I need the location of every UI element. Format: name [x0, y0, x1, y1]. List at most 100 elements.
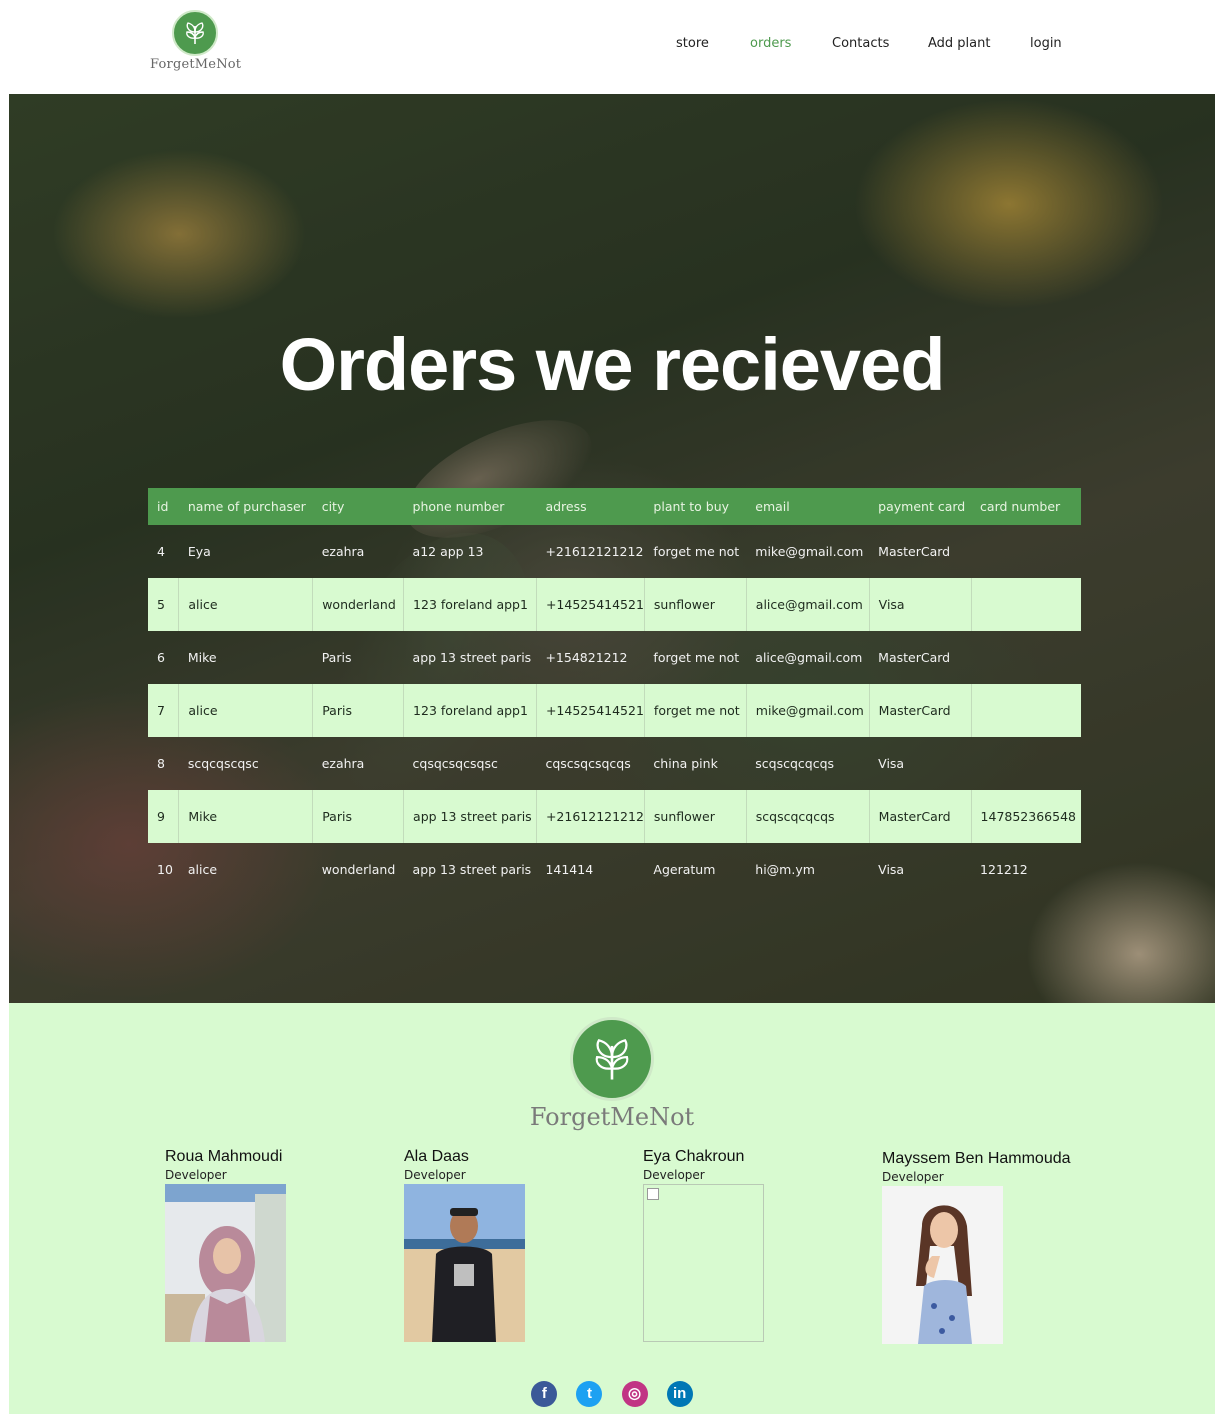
member-role: Developer	[643, 1168, 705, 1182]
table-cell: scqscqcqcqs	[746, 790, 870, 843]
table-cell: Paris	[312, 790, 405, 843]
header-logo[interactable]: ForgetMeNot	[150, 10, 241, 72]
table-cell: 9	[148, 790, 180, 843]
member-name: Ala Daas	[404, 1148, 469, 1165]
site-header: ForgetMeNot store orders Contacts Add pl…	[0, 0, 1215, 93]
column-header: city	[312, 488, 404, 525]
table-cell: +21612121212	[545, 544, 644, 559]
footer-brand-name: ForgetMeNot	[529, 1103, 695, 1131]
nav-login[interactable]: login	[1030, 36, 1062, 51]
table-cell: alice	[178, 684, 314, 737]
table-cell: MasterCard	[878, 544, 951, 559]
table-cell: scqscqcqcqs	[755, 756, 835, 771]
table-cell: hi@m.ym	[755, 862, 815, 877]
table-cell: 7	[148, 684, 180, 737]
table-cell	[971, 525, 1081, 578]
table-cell: Mike	[178, 790, 314, 843]
team-member-card: Eya Chakroun Developer	[643, 1148, 764, 1342]
table-cell: 6	[157, 650, 165, 665]
table-cell	[971, 684, 1081, 737]
table-row: 10 alice wonderland app 13 street paris …	[148, 843, 1081, 896]
table-cell: +154821212	[545, 650, 628, 665]
leaf-logo-icon	[172, 10, 218, 56]
table-cell: sunflower	[644, 578, 747, 631]
table-cell: 123 foreland app1	[403, 684, 537, 737]
table-cell: 5	[148, 578, 180, 631]
table-cell: mike@gmail.com	[746, 684, 870, 737]
table-row: 8 scqcqscqsc ezahra cqsqcsqcsqsc cqscsqc…	[148, 737, 1081, 790]
column-header: adress	[536, 488, 645, 525]
table-cell: MasterCard	[878, 650, 951, 665]
linkedin-icon[interactable]: in	[666, 1381, 693, 1407]
table-cell: alice@gmail.com	[755, 650, 863, 665]
table-cell: 4	[157, 544, 165, 559]
column-header: card number	[971, 488, 1081, 525]
table-cell: Paris	[312, 684, 405, 737]
table-cell: cqscsqcsqcqs	[545, 756, 631, 771]
table-cell: sunflower	[644, 790, 747, 843]
table-cell: MasterCard	[869, 684, 972, 737]
table-cell: 10	[157, 862, 173, 877]
instagram-icon[interactable]: ◎	[621, 1381, 648, 1407]
table-cell: Visa	[878, 862, 905, 877]
table-cell	[971, 631, 1081, 684]
team-member-card: Ala Daas Developer	[404, 1148, 525, 1342]
team-member-card: Mayssem Ben Hammouda Developer	[882, 1150, 1071, 1344]
table-cell: china pink	[653, 756, 718, 771]
table-cell: forget me not	[644, 684, 747, 737]
column-header: id	[148, 488, 179, 525]
footer-logo: ForgetMeNot	[9, 1017, 1215, 1131]
site-footer: ForgetMeNot Roua Mahmoudi Developer Ala …	[9, 1003, 1215, 1414]
broken-image-icon	[647, 1188, 659, 1200]
table-cell: ezahra	[321, 544, 365, 559]
member-photo-broken	[643, 1184, 764, 1342]
member-role: Developer	[404, 1168, 466, 1182]
member-name: Eya Chakroun	[643, 1148, 745, 1165]
table-cell: alice@gmail.com	[746, 578, 870, 631]
table-header-row: id name of purchaser city phone number a…	[148, 488, 1081, 525]
table-cell: alice	[178, 578, 314, 631]
table-cell: Visa	[878, 756, 905, 771]
table-cell: Visa	[869, 578, 972, 631]
table-row: 6 Mike Paris app 13 street paris +154821…	[148, 631, 1081, 684]
nav-add-plant[interactable]: Add plant	[928, 36, 990, 51]
nav-contacts[interactable]: Contacts	[832, 36, 889, 51]
table-cell: forget me not	[653, 544, 740, 559]
table-cell: alice	[187, 862, 218, 877]
nav-store[interactable]: store	[676, 36, 709, 51]
table-cell: wonderland	[312, 578, 405, 631]
table-cell	[971, 737, 1081, 790]
table-row: 7 alice Paris 123 foreland app1 +1452541…	[148, 684, 1081, 737]
table-cell: +14525414521	[536, 684, 645, 737]
table-cell: app 13 street paris	[403, 790, 537, 843]
table-row: 5 alice wonderland 123 foreland app1 +14…	[148, 578, 1081, 631]
social-links: f t ◎ in	[9, 1381, 1215, 1407]
column-header: email	[746, 488, 870, 525]
facebook-icon[interactable]: f	[531, 1381, 558, 1407]
member-photo	[165, 1184, 286, 1342]
table-cell: Ageratum	[653, 862, 716, 877]
column-header: plant to buy	[644, 488, 747, 525]
member-role: Developer	[882, 1170, 944, 1184]
table-cell: 121212	[980, 862, 1028, 877]
nav-orders[interactable]: orders	[750, 36, 791, 51]
table-cell: 8	[157, 756, 165, 771]
orders-table: id name of purchaser city phone number a…	[148, 488, 1081, 896]
table-cell: Eya	[187, 544, 211, 559]
member-photo	[882, 1186, 1003, 1344]
member-role: Developer	[165, 1168, 227, 1182]
twitter-icon[interactable]: t	[576, 1381, 603, 1407]
table-cell: +21612121212	[536, 790, 645, 843]
table-cell	[971, 578, 1081, 631]
table-cell: 147852366548	[971, 790, 1081, 843]
table-cell: a12 app 13	[412, 544, 484, 559]
table-cell: 123 foreland app1	[403, 578, 537, 631]
member-photo	[404, 1184, 525, 1342]
table-cell: cqsqcsqcsqsc	[412, 756, 498, 771]
table-cell: wonderland	[321, 862, 396, 877]
table-cell: scqcqscqsc	[187, 756, 259, 771]
column-header: phone number	[403, 488, 537, 525]
table-row: 4 Eya ezahra a12 app 13 +21612121212 for…	[148, 525, 1081, 578]
column-header: name of purchaser	[178, 488, 313, 525]
member-name: Mayssem Ben Hammouda	[882, 1150, 1071, 1167]
